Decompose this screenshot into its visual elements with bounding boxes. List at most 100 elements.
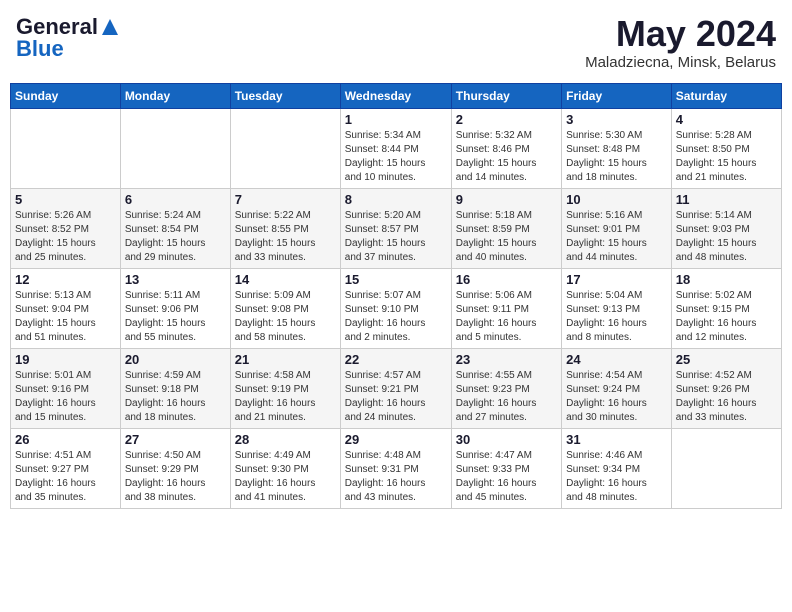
calendar-cell: 11 Sunrise: 5:14 AMSunset: 9:03 PMDayligh… [671, 188, 781, 268]
calendar-cell: 26 Sunrise: 4:51 AMSunset: 9:27 PMDayligh… [11, 428, 121, 508]
day-info: Sunrise: 5:32 AMSunset: 8:46 PMDaylight:… [456, 129, 557, 185]
calendar-cell: 3 Sunrise: 5:30 AMSunset: 8:48 PMDaylight… [562, 108, 672, 188]
day-number: 24 [566, 352, 667, 367]
calendar-cell: 21 Sunrise: 4:58 AMSunset: 9:19 PMDayligh… [230, 348, 340, 428]
day-number: 20 [125, 352, 226, 367]
day-number: 7 [235, 192, 336, 207]
day-info: Sunrise: 5:06 AMSunset: 9:11 PMDaylight:… [456, 289, 557, 345]
day-info: Sunrise: 4:51 AMSunset: 9:27 PMDaylight:… [15, 449, 116, 505]
day-number: 21 [235, 352, 336, 367]
calendar-cell: 6Sunrise: 5:24 AMSunset: 8:54 PMDaylight… [120, 188, 230, 268]
calendar-header: SundayMondayTuesdayWednesdayThursdayFrid… [11, 83, 782, 108]
calendar-cell: 1 Sunrise: 5:34 AMSunset: 8:44 PMDaylight… [340, 108, 451, 188]
calendar-cell: 28 Sunrise: 4:49 AMSunset: 9:30 PMDayligh… [230, 428, 340, 508]
day-info: Sunrise: 4:58 AMSunset: 9:19 PMDaylight:… [235, 369, 336, 425]
day-number: 29 [345, 432, 447, 447]
day-number: 13 [125, 272, 226, 287]
day-info: Sunrise: 5:01 AMSunset: 9:16 PMDaylight:… [15, 369, 116, 425]
calendar-cell: 9Sunrise: 5:18 AMSunset: 8:59 PMDaylight… [451, 188, 561, 268]
calendar-cell: 24 Sunrise: 4:54 AMSunset: 9:24 PMDayligh… [562, 348, 672, 428]
day-info: Sunrise: 5:07 AMSunset: 9:10 PMDaylight:… [345, 289, 447, 345]
day-info: Sunrise: 5:22 AMSunset: 8:55 PMDaylight:… [235, 209, 336, 265]
day-header-sunday: Sunday [11, 83, 121, 108]
day-info: Sunrise: 4:55 AMSunset: 9:23 PMDaylight:… [456, 369, 557, 425]
day-header-saturday: Saturday [671, 83, 781, 108]
day-number: 11 [676, 192, 777, 207]
day-number: 10 [566, 192, 667, 207]
calendar-cell: 29 Sunrise: 4:48 AMSunset: 9:31 PMDayligh… [340, 428, 451, 508]
calendar-cell: 23 Sunrise: 4:55 AMSunset: 9:23 PMDayligh… [451, 348, 561, 428]
calendar-cell: 2Sunrise: 5:32 AMSunset: 8:46 PMDaylight… [451, 108, 561, 188]
day-info: Sunrise: 4:50 AMSunset: 9:29 PMDaylight:… [125, 449, 226, 505]
logo-icon [100, 17, 120, 37]
day-info: Sunrise: 5:04 AMSunset: 9:13 PMDaylight:… [566, 289, 667, 345]
day-number: 22 [345, 352, 447, 367]
day-number: 5 [15, 192, 116, 207]
calendar-cell [120, 108, 230, 188]
title-section: May 2024 Maladziecna, Minsk, Belarus [585, 14, 776, 71]
calendar-week-3: 19 Sunrise: 5:01 AMSunset: 9:16 PMDayligh… [11, 348, 782, 428]
calendar-cell: 7 Sunrise: 5:22 AMSunset: 8:55 PMDaylight… [230, 188, 340, 268]
day-number: 30 [456, 432, 557, 447]
day-info: Sunrise: 5:13 AMSunset: 9:04 PMDaylight:… [15, 289, 116, 345]
calendar-week-2: 12Sunrise: 5:13 AMSunset: 9:04 PMDayligh… [11, 268, 782, 348]
calendar-week-4: 26 Sunrise: 4:51 AMSunset: 9:27 PMDayligh… [11, 428, 782, 508]
day-number: 3 [566, 112, 667, 127]
day-number: 16 [456, 272, 557, 287]
day-info: Sunrise: 5:02 AMSunset: 9:15 PMDaylight:… [676, 289, 777, 345]
day-info: Sunrise: 5:18 AMSunset: 8:59 PMDaylight:… [456, 209, 557, 265]
calendar-cell: 30 Sunrise: 4:47 AMSunset: 9:33 PMDayligh… [451, 428, 561, 508]
day-number: 23 [456, 352, 557, 367]
day-number: 1 [345, 112, 447, 127]
calendar-cell: 19 Sunrise: 5:01 AMSunset: 9:16 PMDayligh… [11, 348, 121, 428]
day-info: Sunrise: 5:20 AMSunset: 8:57 PMDaylight:… [345, 209, 447, 265]
day-number: 25 [676, 352, 777, 367]
day-info: Sunrise: 5:24 AMSunset: 8:54 PMDaylight:… [125, 209, 226, 265]
day-number: 26 [15, 432, 116, 447]
calendar-cell: 15Sunrise: 5:07 AMSunset: 9:10 PMDayligh… [340, 268, 451, 348]
day-info: Sunrise: 5:11 AMSunset: 9:06 PMDaylight:… [125, 289, 226, 345]
day-number: 28 [235, 432, 336, 447]
calendar-cell: 25 Sunrise: 4:52 AMSunset: 9:26 PMDayligh… [671, 348, 781, 428]
day-header-monday: Monday [120, 83, 230, 108]
day-info: Sunrise: 5:09 AMSunset: 9:08 PMDaylight:… [235, 289, 336, 345]
day-number: 14 [235, 272, 336, 287]
day-info: Sunrise: 4:49 AMSunset: 9:30 PMDaylight:… [235, 449, 336, 505]
calendar-cell: 16 Sunrise: 5:06 AMSunset: 9:11 PMDayligh… [451, 268, 561, 348]
day-header-tuesday: Tuesday [230, 83, 340, 108]
day-header-thursday: Thursday [451, 83, 561, 108]
calendar-cell: 13 Sunrise: 5:11 AMSunset: 9:06 PMDayligh… [120, 268, 230, 348]
calendar-week-1: 5 Sunrise: 5:26 AMSunset: 8:52 PMDaylight… [11, 188, 782, 268]
day-info: Sunrise: 5:28 AMSunset: 8:50 PMDaylight:… [676, 129, 777, 185]
day-info: Sunrise: 4:48 AMSunset: 9:31 PMDaylight:… [345, 449, 447, 505]
day-number: 8 [345, 192, 447, 207]
day-number: 19 [15, 352, 116, 367]
calendar-cell [11, 108, 121, 188]
calendar-table: SundayMondayTuesdayWednesdayThursdayFrid… [10, 83, 782, 509]
calendar-cell: 31 Sunrise: 4:46 AMSunset: 9:34 PMDayligh… [562, 428, 672, 508]
calendar-cell: 14 Sunrise: 5:09 AMSunset: 9:08 PMDayligh… [230, 268, 340, 348]
day-info: Sunrise: 5:30 AMSunset: 8:48 PMDaylight:… [566, 129, 667, 185]
calendar-cell: 20Sunrise: 4:59 AMSunset: 9:18 PMDayligh… [120, 348, 230, 428]
page-header: General Blue May 2024 Maladziecna, Minsk… [10, 10, 782, 75]
calendar-cell: 5 Sunrise: 5:26 AMSunset: 8:52 PMDaylight… [11, 188, 121, 268]
calendar-cell: 12Sunrise: 5:13 AMSunset: 9:04 PMDayligh… [11, 268, 121, 348]
calendar-cell: 4 Sunrise: 5:28 AMSunset: 8:50 PMDaylight… [671, 108, 781, 188]
day-number: 4 [676, 112, 777, 127]
calendar-cell: 8 Sunrise: 5:20 AMSunset: 8:57 PMDaylight… [340, 188, 451, 268]
day-info: Sunrise: 5:14 AMSunset: 9:03 PMDaylight:… [676, 209, 777, 265]
calendar-cell: 17Sunrise: 5:04 AMSunset: 9:13 PMDayligh… [562, 268, 672, 348]
calendar-cell: 27Sunrise: 4:50 AMSunset: 9:29 PMDayligh… [120, 428, 230, 508]
day-number: 31 [566, 432, 667, 447]
day-info: Sunrise: 5:26 AMSunset: 8:52 PMDaylight:… [15, 209, 116, 265]
day-info: Sunrise: 5:34 AMSunset: 8:44 PMDaylight:… [345, 129, 447, 185]
month-title: May 2024 [585, 14, 776, 54]
calendar-cell: 22Sunrise: 4:57 AMSunset: 9:21 PMDayligh… [340, 348, 451, 428]
calendar-cell [671, 428, 781, 508]
day-info: Sunrise: 4:46 AMSunset: 9:34 PMDaylight:… [566, 449, 667, 505]
day-info: Sunrise: 4:54 AMSunset: 9:24 PMDaylight:… [566, 369, 667, 425]
day-info: Sunrise: 4:47 AMSunset: 9:33 PMDaylight:… [456, 449, 557, 505]
day-info: Sunrise: 4:52 AMSunset: 9:26 PMDaylight:… [676, 369, 777, 425]
day-header-wednesday: Wednesday [340, 83, 451, 108]
calendar-cell [230, 108, 340, 188]
